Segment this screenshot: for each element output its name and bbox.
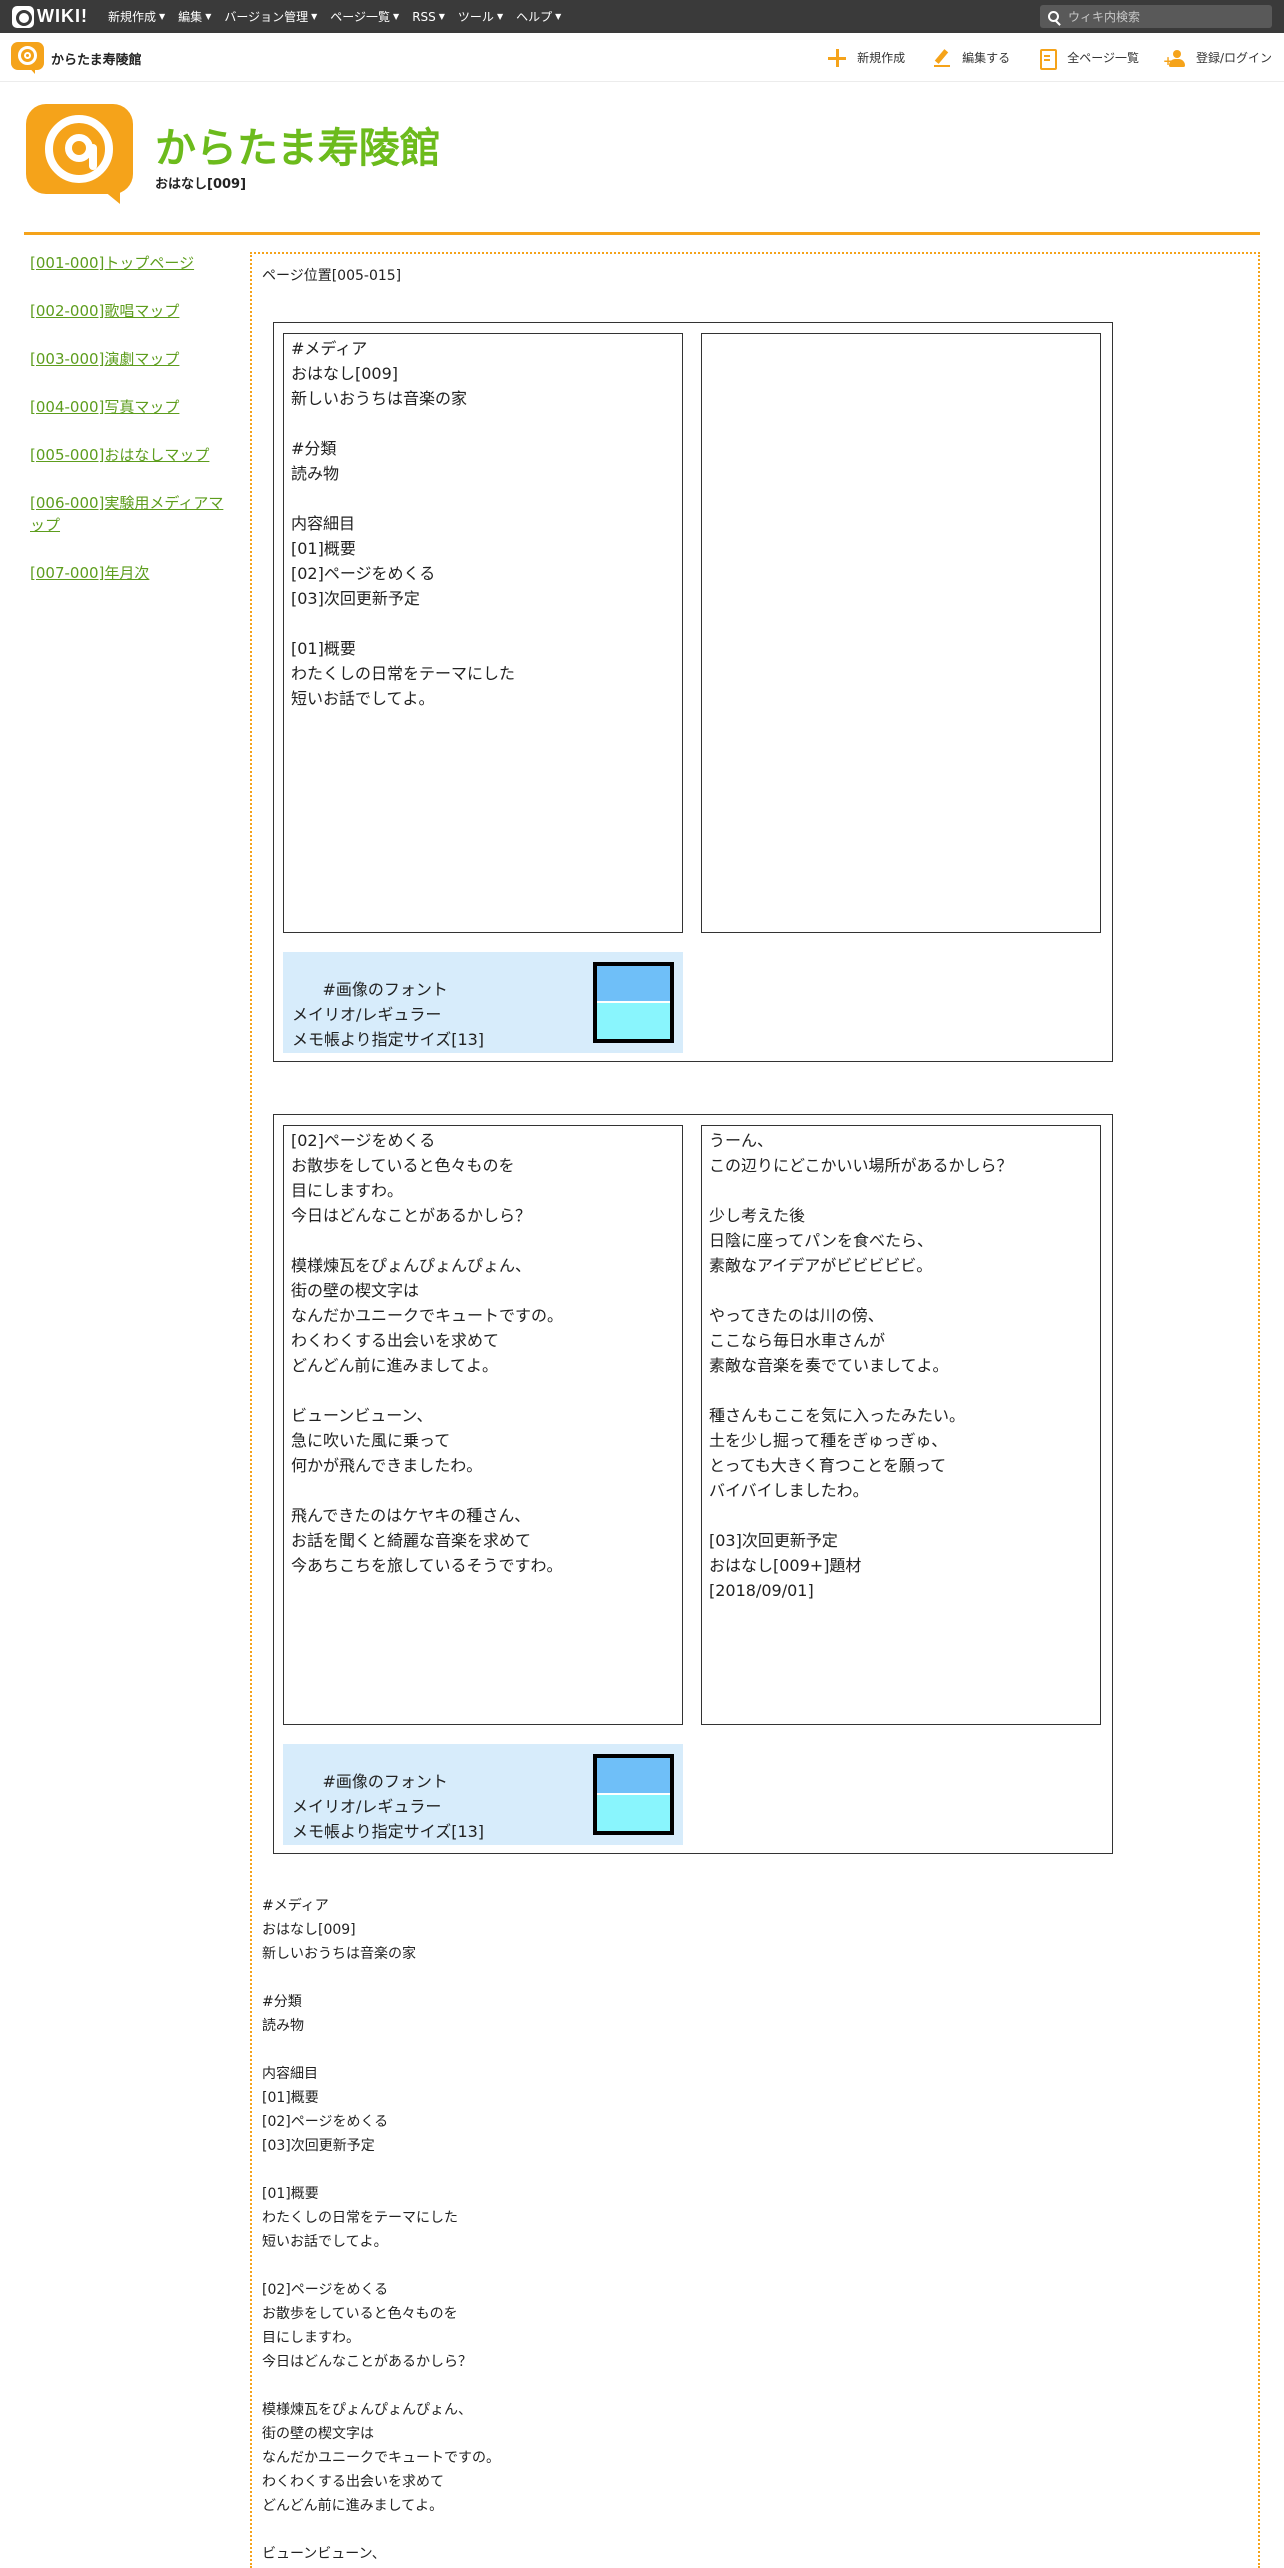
- search-input[interactable]: [1068, 9, 1258, 24]
- table-cell-right: [701, 333, 1101, 933]
- page-position-label: ページ位置[005-015]: [262, 268, 402, 284]
- search-icon[interactable]: [1048, 11, 1059, 22]
- sidebar-item-theater-map[interactable]: [003-000]演劇マップ: [30, 348, 230, 370]
- table-cell-right: うーん、 この辺りにどこかいい場所があるかしら？ 少し考えた後 日陰に座ってパン…: [701, 1125, 1101, 1725]
- site-toolbar: からたま寿陵館 新規作成 編集する 全ページ一覧 + 登録/ログイン: [0, 33, 1284, 82]
- table-cell-left: #メディア おはなし[009] 新しいおうちは音楽の家 #分類 読み物 内容細目…: [283, 333, 683, 933]
- wiki-search: [1040, 5, 1272, 28]
- plus-icon: [827, 48, 847, 68]
- caret-down-icon: ▼: [555, 12, 562, 21]
- caret-down-icon: ▼: [311, 12, 318, 21]
- menu-version[interactable]: バージョン管理 ▼: [224, 8, 317, 25]
- page-title: おはなし[009]: [155, 177, 247, 192]
- color-swatch-image: [593, 1754, 674, 1835]
- sidebar-item-experimental-media-map[interactable]: [006-000]実験用メディアマップ: [30, 492, 230, 536]
- top-menu: 新規作成 ▼ 編集 ▼ バージョン管理 ▼ ページ一覧 ▼ RSS ▼ ツール ▼ ヘルプ ▼: [108, 0, 574, 33]
- font-note-text: #画像のフォント メイリオ/レギュラー メモ帳より指定サイズ[13]: [292, 980, 485, 1049]
- menu-edit[interactable]: 編集 ▼: [178, 8, 211, 25]
- page-actions: 新規作成 編集する 全ページ一覧 + 登録/ログイン: [800, 33, 1272, 82]
- font-note-text: #画像のフォント メイリオ/レギュラー メモ帳より指定サイズ[13]: [292, 1772, 485, 1841]
- atwiki-logo-text: WIKI!: [37, 6, 88, 26]
- table-cell-left: [02]ページをめくる お散歩をしていると色々ものを 目にしますわ。 今日はどん…: [283, 1125, 683, 1725]
- site-name: からたま寿陵館: [51, 52, 142, 68]
- sidebar-item-photo-map[interactable]: [004-000]写真マップ: [30, 396, 230, 418]
- plain-text-body: #メディア おはなし[009] 新しいおうちは音楽の家 #分類 読み物 内容細目…: [262, 1898, 500, 2562]
- atwiki-logo[interactable]: WIKI!: [12, 5, 88, 28]
- sidebar-item-story-map[interactable]: [005-000]おはなしマップ: [30, 444, 230, 466]
- header-divider: [24, 232, 1260, 235]
- site-home-link[interactable]: からたま寿陵館: [11, 42, 142, 74]
- new-page-button[interactable]: 新規作成: [827, 48, 905, 68]
- add-user-icon: +: [1163, 48, 1186, 68]
- sidebar-item-top-page[interactable]: [001-000]トップページ: [30, 252, 230, 274]
- caret-down-icon: ▼: [496, 12, 504, 21]
- font-note-box: #画像のフォント メイリオ/レギュラー メモ帳より指定サイズ[13]: [283, 952, 683, 1053]
- global-topbar: WIKI! 新規作成 ▼ 編集 ▼ バージョン管理 ▼ ページ一覧 ▼ RSS ▼ ツール…: [0, 0, 1284, 33]
- sidebar-item-year-month[interactable]: [007-000]年月次: [30, 562, 230, 584]
- menu-page-list[interactable]: ページ一覧 ▼: [330, 8, 399, 25]
- edit-page-button[interactable]: 編集する: [932, 48, 1010, 68]
- content-table-1: #メディア おはなし[009] 新しいおうちは音楽の家 #分類 読み物 内容細目…: [273, 322, 1113, 1062]
- color-swatch-image: [593, 962, 674, 1043]
- login-button[interactable]: + 登録/ログイン: [1163, 48, 1272, 68]
- site-title[interactable]: からたま寿陵館: [155, 114, 441, 174]
- all-pages-button[interactable]: 全ページ一覧: [1037, 48, 1139, 70]
- main-content: ページ位置[005-015] #メディア おはなし[009] 新しいおうちは音楽…: [250, 252, 1260, 2568]
- font-note-box: #画像のフォント メイリオ/レギュラー メモ帳より指定サイズ[13]: [283, 1744, 683, 1845]
- menu-rss[interactable]: RSS ▼: [412, 10, 445, 24]
- site-big-logo-icon[interactable]: [26, 104, 133, 204]
- menu-new[interactable]: 新規作成 ▼: [108, 8, 165, 25]
- caret-down-icon: ▼: [205, 12, 212, 21]
- document-icon: [1037, 48, 1058, 70]
- caret-down-icon: ▼: [393, 12, 400, 21]
- site-logo-icon: [11, 42, 44, 74]
- content-table-2: [02]ページをめくる お散歩をしていると色々ものを 目にしますわ。 今日はどん…: [273, 1114, 1113, 1854]
- caret-down-icon: ▼: [438, 12, 445, 21]
- caret-down-icon: ▼: [159, 12, 166, 21]
- at-logo-icon: [12, 5, 34, 28]
- pencil-icon: [932, 48, 952, 68]
- sidebar-menu: [001-000]トップページ [002-000]歌唱マップ [003-000]…: [30, 252, 230, 610]
- sidebar-item-singing-map[interactable]: [002-000]歌唱マップ: [30, 300, 230, 322]
- menu-tools[interactable]: ツール ▼: [458, 8, 503, 25]
- menu-help[interactable]: ヘルプ ▼: [516, 8, 561, 25]
